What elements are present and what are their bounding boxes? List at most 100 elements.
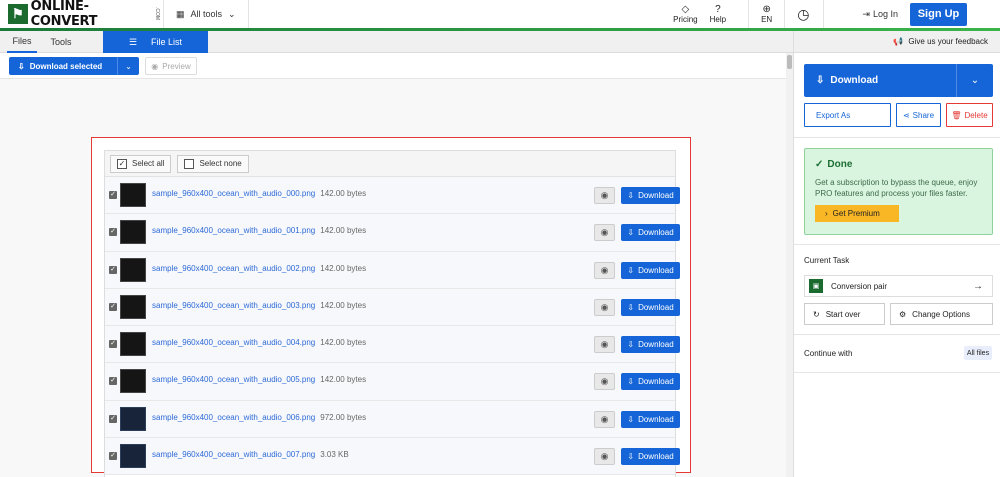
tab-file-list-label: File List bbox=[151, 37, 183, 47]
check-icon: ✓ bbox=[815, 159, 824, 170]
scrollbar-thumb[interactable] bbox=[787, 55, 792, 69]
row-checkbox[interactable]: ✓ bbox=[109, 340, 117, 349]
file-toolbar: ⇩ Download selected ⌄ ◉ Preview bbox=[0, 53, 786, 79]
eye-icon: ◉ bbox=[600, 227, 609, 238]
preview-file-button[interactable]: ◉ bbox=[594, 373, 615, 391]
file-name: sample_960x400_ocean_with_audio_002.png bbox=[152, 263, 316, 273]
file-row: ✓ sample_960x400_ocean_with_audio_005.png… bbox=[105, 363, 680, 401]
download-file-button[interactable]: ⇩ Download bbox=[621, 336, 680, 354]
preview-file-button[interactable]: ◉ bbox=[594, 261, 615, 279]
download-file-button[interactable]: ⇩ Download bbox=[621, 373, 680, 391]
help-link[interactable]: ? Help bbox=[710, 4, 726, 24]
logo[interactable]: ⚑ ONLINE-CONVERT .COM bbox=[0, 0, 160, 29]
change-options-button[interactable]: ⚙ Change Options bbox=[890, 303, 993, 325]
megaphone-icon: 📢 bbox=[893, 37, 904, 46]
row-checkbox[interactable]: ✓ bbox=[109, 414, 117, 423]
tab-file-list[interactable]: ☰ File List bbox=[103, 31, 208, 53]
divider bbox=[784, 0, 786, 28]
download-file-label: Download bbox=[638, 265, 674, 275]
preview-file-button[interactable]: ◉ bbox=[594, 187, 615, 204]
download-split-button: ⇩ Download ⌄ bbox=[804, 64, 993, 97]
start-over-button[interactable]: ↻ Start over bbox=[804, 303, 885, 325]
grid-icon: ▦ bbox=[176, 8, 185, 19]
row-checkbox[interactable]: ✓ bbox=[109, 228, 117, 237]
done-title-label: Done bbox=[827, 159, 853, 170]
download-file-button[interactable]: ⇩ Download bbox=[621, 187, 680, 204]
selection-bar: ✓ Select all Select none bbox=[105, 151, 675, 177]
header-actions: ◇ Pricing ? Help ⊕ EN ◷ ⇥ Log In Sign Up bbox=[673, 0, 1000, 28]
row-checkbox[interactable]: ✓ bbox=[109, 377, 117, 386]
file-name-link[interactable]: sample_960x400_ocean_with_audio_005.png 1… bbox=[152, 375, 366, 384]
file-name-link[interactable]: sample_960x400_ocean_with_audio_003.png 1… bbox=[152, 301, 366, 310]
file-name-link[interactable]: sample_960x400_ocean_with_audio_002.png 1… bbox=[152, 264, 366, 273]
file-name-link[interactable]: sample_960x400_ocean_with_audio_007.png 3… bbox=[152, 450, 349, 459]
preview-file-button[interactable]: ◉ bbox=[594, 448, 615, 466]
eye-icon: ◉ bbox=[600, 301, 609, 312]
language-selector[interactable]: ⊕ EN bbox=[761, 4, 772, 24]
help-label: Help bbox=[709, 15, 727, 24]
login-link[interactable]: ⇥ Log In bbox=[862, 9, 898, 20]
preview-file-button[interactable]: ◉ bbox=[594, 336, 615, 354]
download-selected-button[interactable]: ⇩ Download selected bbox=[9, 57, 117, 75]
tab-files[interactable]: Files bbox=[7, 31, 37, 53]
history-button[interactable]: ◷ bbox=[797, 7, 809, 21]
download-options-dropdown[interactable]: ⌄ bbox=[117, 57, 139, 75]
file-name-link[interactable]: sample_960x400_ocean_with_audio_006.png 9… bbox=[152, 413, 366, 422]
file-name: sample_960x400_ocean_with_audio_004.png bbox=[152, 338, 316, 348]
file-name-link[interactable]: sample_960x400_ocean_with_audio_004.png 1… bbox=[152, 338, 366, 347]
all-files-badge[interactable]: All files bbox=[964, 346, 992, 360]
right-sidebar: 📢 Give us your feedback ⇩ Download ⌄ Exp… bbox=[793, 31, 1000, 477]
file-size: 3.03 KB bbox=[320, 450, 349, 460]
done-status-card: ✓ Done Get a subscription to bypass the … bbox=[804, 148, 993, 235]
select-all-button[interactable]: ✓ Select all bbox=[110, 154, 172, 173]
download-file-button[interactable]: ⇩ Download bbox=[621, 261, 680, 279]
chevron-down-icon: ⌄ bbox=[228, 8, 236, 19]
download-icon: ⇩ bbox=[627, 191, 635, 200]
download-file-button[interactable]: ⇩ Download bbox=[621, 448, 680, 466]
main-scrollbar[interactable] bbox=[786, 53, 793, 477]
row-checkbox[interactable]: ✓ bbox=[109, 302, 117, 311]
converter-icon: ▣ bbox=[809, 279, 823, 293]
download-icon: ⇩ bbox=[816, 75, 825, 86]
file-thumbnail bbox=[120, 257, 146, 282]
row-checkbox[interactable]: ✓ bbox=[109, 191, 117, 199]
arrow-right-icon: → bbox=[973, 280, 983, 292]
download-button[interactable]: ⇩ Download bbox=[804, 64, 956, 97]
download-file-button[interactable]: ⇩ Download bbox=[621, 298, 680, 316]
signup-button[interactable]: Sign Up bbox=[910, 2, 967, 26]
tag-icon: ◇ bbox=[681, 4, 690, 15]
preview-file-button[interactable]: ◉ bbox=[594, 298, 615, 316]
divider bbox=[794, 137, 1000, 138]
eye-icon: ◉ bbox=[600, 190, 609, 200]
file-name-link[interactable]: sample_960x400_ocean_with_audio_000.png 1… bbox=[152, 189, 366, 198]
preview-button[interactable]: ◉ Preview bbox=[145, 57, 197, 75]
change-options-label: Change Options bbox=[912, 309, 970, 319]
login-label: Log In bbox=[872, 9, 898, 19]
file-size: 142.00 bytes bbox=[320, 375, 367, 385]
delete-button[interactable]: 🗑 Delete bbox=[946, 103, 993, 127]
download-dropdown[interactable]: ⌄ bbox=[956, 64, 993, 97]
export-as-button[interactable]: Export As bbox=[804, 103, 891, 127]
feedback-label: Give us your feedback bbox=[908, 37, 988, 46]
get-premium-button[interactable]: › Get Premium bbox=[815, 205, 899, 222]
download-file-button[interactable]: ⇩ Download bbox=[621, 410, 680, 428]
pricing-link[interactable]: ◇ Pricing bbox=[673, 4, 697, 24]
tab-tools[interactable]: Tools bbox=[46, 31, 76, 53]
all-tools-menu[interactable]: ▦ All tools ⌄ bbox=[163, 0, 249, 28]
feedback-link[interactable]: 📢 Give us your feedback bbox=[794, 31, 1000, 53]
download-icon: ⇩ bbox=[627, 228, 635, 238]
task-actions: ↻ Start over ⚙ Change Options bbox=[804, 303, 993, 325]
preview-file-button[interactable]: ◉ bbox=[594, 410, 615, 428]
select-none-button[interactable]: Select none bbox=[177, 154, 249, 173]
file-row: ✓ sample_960x400_ocean_with_audio_004.png… bbox=[105, 326, 680, 364]
conversion-pair-button[interactable]: ▣ Conversion pair → bbox=[804, 275, 993, 297]
divider bbox=[748, 0, 750, 28]
row-checkbox[interactable]: ✓ bbox=[109, 265, 117, 274]
share-button[interactable]: ⋖ Share bbox=[896, 103, 941, 127]
file-name-link[interactable]: sample_960x400_ocean_with_audio_001.png 1… bbox=[152, 226, 366, 235]
row-checkbox[interactable]: ✓ bbox=[109, 452, 117, 461]
file-thumbnail bbox=[120, 183, 146, 207]
download-file-button[interactable]: ⇩ Download bbox=[621, 224, 680, 242]
file-thumbnail bbox=[120, 406, 146, 431]
preview-file-button[interactable]: ◉ bbox=[594, 224, 615, 242]
